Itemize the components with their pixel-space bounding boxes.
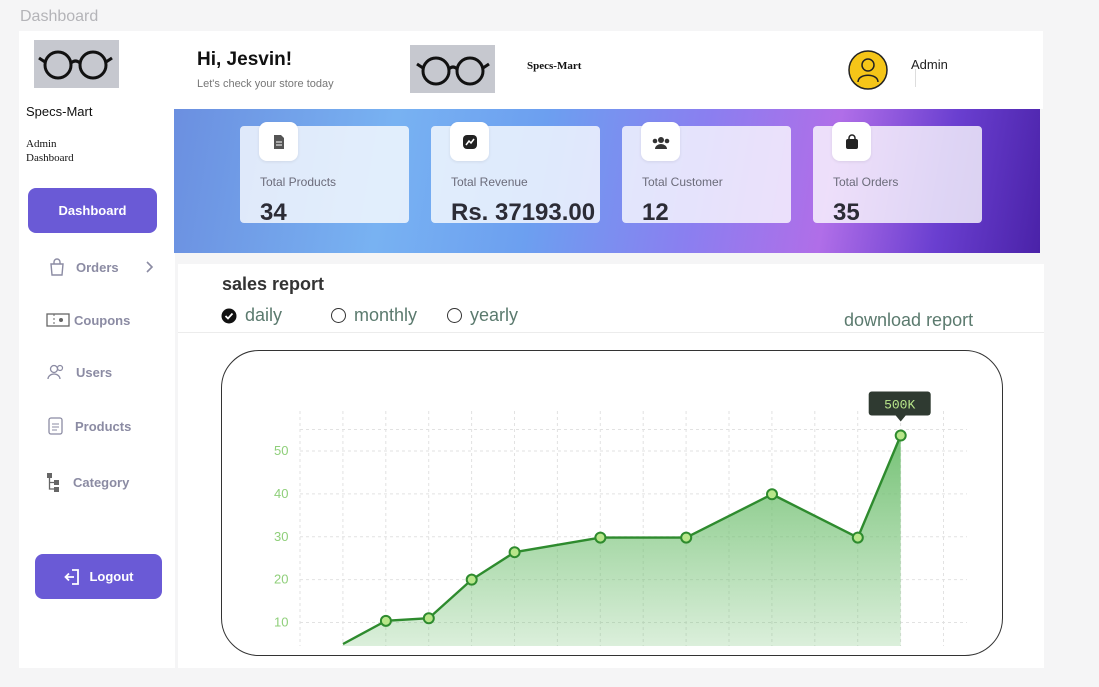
trend-icon xyxy=(450,122,489,161)
sidebar-item-products[interactable]: Products xyxy=(47,416,131,436)
y-tick-label: 40 xyxy=(274,486,288,501)
sidebar-item-dashboard[interactable]: Dashboard xyxy=(28,188,157,233)
y-tick-label: 50 xyxy=(274,443,288,458)
tree-icon xyxy=(47,473,59,492)
annotation-pointer xyxy=(895,415,906,422)
greeting-subtitle: Let's check your store today xyxy=(197,78,334,90)
sidebar-item-users[interactable]: Users xyxy=(46,363,112,381)
stat-card-customer[interactable]: Total Customer 12 xyxy=(622,122,791,226)
y-tick-label: 20 xyxy=(274,572,288,587)
stat-value: 34 xyxy=(260,199,287,226)
data-point xyxy=(594,531,607,544)
file-icon xyxy=(259,122,298,161)
logout-icon xyxy=(64,568,80,585)
user-name[interactable]: Admin xyxy=(911,57,948,72)
shopping-bag-icon xyxy=(832,122,871,161)
sidebar-item-label: Category xyxy=(73,474,130,490)
header: Hi, Jesvin! Let's check your store today… xyxy=(175,31,1043,109)
stat-card-orders[interactable]: Total Orders 35 xyxy=(813,122,982,226)
logout-button[interactable]: Logout xyxy=(35,554,162,599)
chevron-right-icon xyxy=(146,261,153,273)
header-logo xyxy=(410,45,495,93)
coupon-icon xyxy=(46,313,70,327)
download-report-link[interactable]: download report xyxy=(844,310,973,331)
stat-card-revenue[interactable]: Total Revenue Rs. 37193.00 xyxy=(431,122,600,226)
radio-icon xyxy=(447,308,462,323)
stat-label: Total Customer xyxy=(642,175,723,189)
logo xyxy=(34,40,119,88)
sidebar-item-category[interactable]: Category xyxy=(45,471,129,493)
sidebar-item-label: Orders xyxy=(76,259,119,275)
subtitle-line-1: Admin xyxy=(26,138,57,150)
group-icon xyxy=(641,122,680,161)
stat-label: Total Revenue xyxy=(451,175,528,189)
frame-label: Dashboard xyxy=(20,8,99,25)
data-point xyxy=(508,546,521,559)
tab-daily[interactable]: daily xyxy=(221,305,282,326)
logout-label: Logout xyxy=(89,569,134,584)
sales-chart: 10 20 30 40 50 500K xyxy=(221,350,1003,656)
tab-yearly[interactable]: yearly xyxy=(447,305,518,326)
y-tick-label: 30 xyxy=(274,529,288,544)
stat-label: Total Products xyxy=(260,175,337,189)
data-point xyxy=(894,429,907,442)
report-title: sales report xyxy=(222,274,325,294)
data-point xyxy=(680,531,693,544)
stat-card-products[interactable]: Total Products 34 xyxy=(240,122,409,226)
stats-banner: Total Products 34 Total Revenue Rs. 3719… xyxy=(174,109,1040,253)
divider xyxy=(178,332,1044,333)
sales-report-panel: sales report daily monthly yearly downlo… xyxy=(178,264,1044,668)
tab-label: monthly xyxy=(354,305,418,325)
sidebar-item-label: Coupons xyxy=(74,312,131,328)
sidebar-item-label: Products xyxy=(75,418,132,434)
divider xyxy=(915,69,916,87)
tab-label: yearly xyxy=(470,305,519,325)
y-tick-label: 10 xyxy=(274,615,288,630)
data-point xyxy=(379,614,392,627)
data-point xyxy=(465,573,478,586)
tab-label: daily xyxy=(245,305,283,325)
brand-subtitle: Admin Dashboard xyxy=(26,137,74,165)
check-circle-icon xyxy=(221,308,237,323)
bag-icon xyxy=(50,258,64,276)
stat-label: Total Orders xyxy=(833,175,899,189)
sales-chart-svg: 10 20 30 40 50 500K xyxy=(274,391,967,646)
sidebar-item-orders[interactable]: Orders xyxy=(48,257,157,277)
stat-value: 35 xyxy=(833,199,860,226)
avatar[interactable] xyxy=(848,50,888,90)
sidebar-item-coupons[interactable]: Coupons xyxy=(46,310,130,330)
users-icon xyxy=(47,364,64,380)
tab-monthly[interactable]: monthly xyxy=(331,305,417,326)
glasses-icon xyxy=(38,50,113,80)
data-point xyxy=(851,531,864,544)
subtitle-line-2: Dashboard xyxy=(26,152,74,164)
radio-icon xyxy=(331,308,346,323)
sidebar: Specs-Mart Admin Dashboard Dashboard Ord… xyxy=(19,31,175,668)
document-icon xyxy=(48,417,63,435)
header-brand: Specs-Mart xyxy=(527,60,582,72)
stat-value: 12 xyxy=(642,199,669,226)
annotation-label: 500K xyxy=(884,398,915,413)
glasses-icon xyxy=(416,56,490,86)
stat-value: Rs. 37193.00 xyxy=(451,199,596,226)
sidebar-item-label: Users xyxy=(76,364,113,380)
greeting: Hi, Jesvin! xyxy=(197,49,293,70)
user-avatar-icon xyxy=(848,50,888,90)
brand-name: Specs-Mart xyxy=(26,104,93,119)
data-point xyxy=(766,488,778,501)
data-point xyxy=(422,612,435,625)
